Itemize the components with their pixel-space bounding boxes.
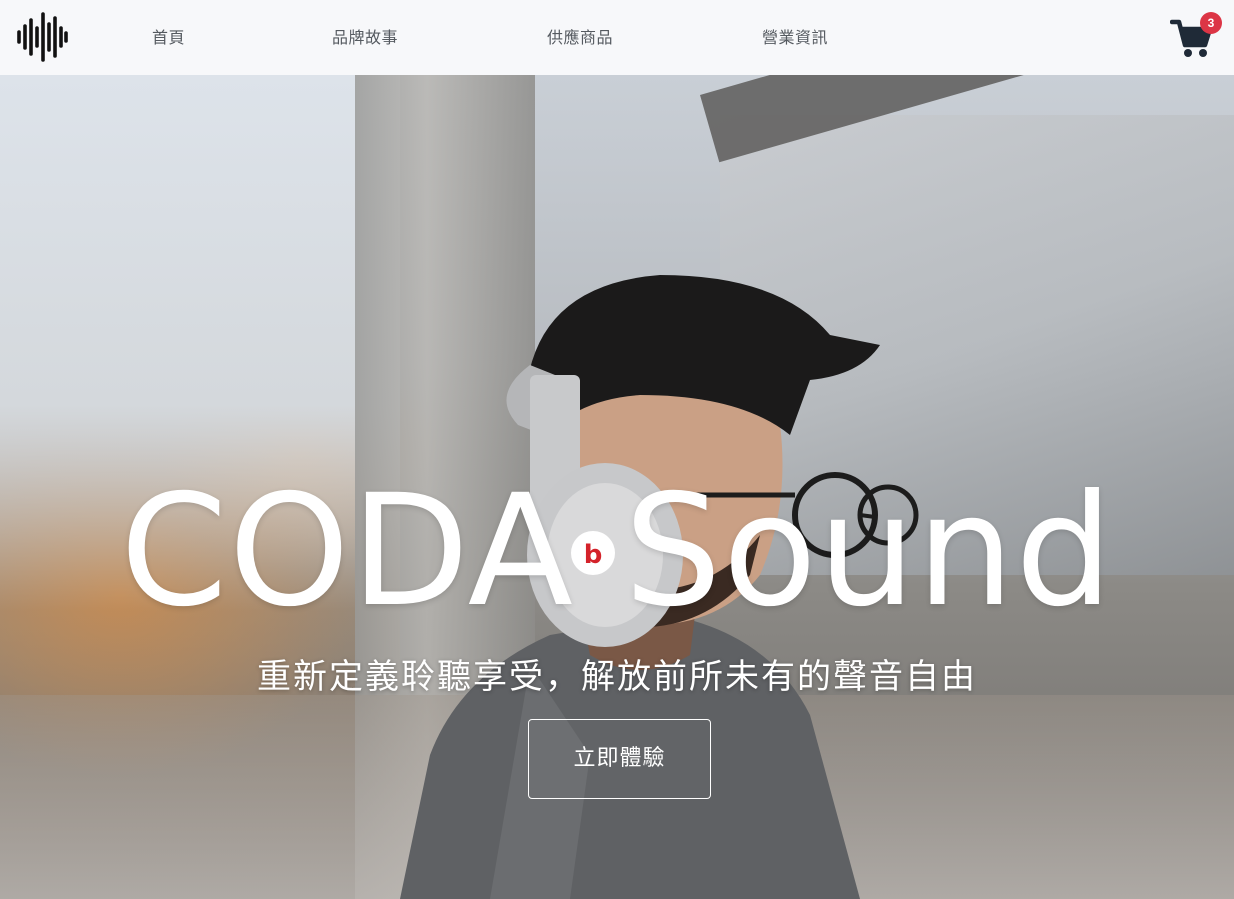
nav-link-home[interactable]: 首頁 <box>152 24 185 48</box>
sound-wave-logo-icon[interactable] <box>16 12 68 62</box>
try-now-button[interactable]: 立即體驗 <box>528 719 711 799</box>
cart-count-badge: 3 <box>1200 12 1222 34</box>
nav-link-business-info[interactable]: 營業資訊 <box>762 24 828 48</box>
cart-button[interactable]: 3 <box>1170 12 1226 60</box>
nav-link-brand-story[interactable]: 品牌故事 <box>332 24 398 48</box>
top-navbar: 首頁 品牌故事 供應商品 營業資訊 3 <box>0 0 1234 75</box>
hero-title: CODA Sound <box>120 462 1114 641</box>
hero-banner: b CODA Sound 重新定義聆聽享受，解放前所未有的聲音自由 立即體驗 <box>0 75 1234 899</box>
nav-link-products[interactable]: 供應商品 <box>547 24 613 48</box>
hero-subtitle: 重新定義聆聽享受，解放前所未有的聲音自由 <box>257 657 977 697</box>
